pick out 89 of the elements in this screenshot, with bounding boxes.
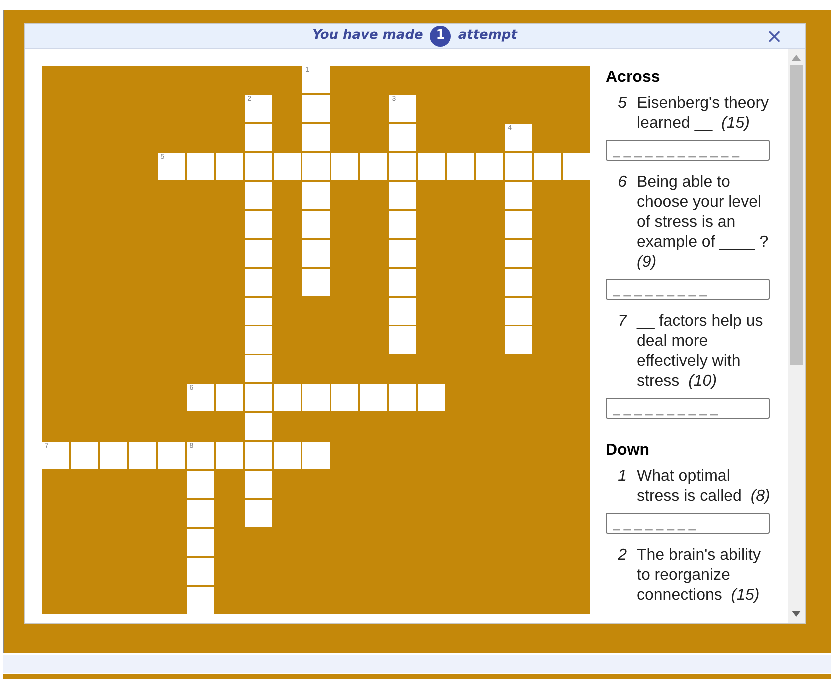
crossword-cell[interactable] [216, 384, 243, 412]
crossword-cell[interactable] [186, 500, 214, 528]
crossword-cell[interactable] [389, 268, 416, 296]
crossword-cell[interactable] [302, 182, 330, 209]
crossword-cell[interactable] [186, 586, 214, 614]
crossword-cell[interactable] [302, 152, 330, 180]
crossword-cell[interactable] [331, 384, 358, 412]
clue-text: Eisenberg's theory learned __ (15) [637, 94, 770, 134]
clue-text: The brain's ability to reorganize connections (15) [637, 546, 762, 606]
crossword-cell[interactable] [186, 558, 214, 586]
crossword-cell[interactable] [244, 210, 272, 238]
crossword-cell[interactable] [418, 384, 446, 412]
crossword-cell[interactable] [244, 298, 272, 325]
crossword-cell[interactable] [244, 442, 272, 470]
crossword-cell[interactable] [244, 326, 272, 354]
crossword-cell[interactable] [216, 152, 243, 180]
clue-text: __ factors help us deal more effectively with stress (10) [637, 312, 764, 392]
answer-field[interactable]: _ _ _ _ _ _ _ _ _ [606, 279, 770, 300]
title-text: You have made [312, 27, 424, 46]
crossword-cell[interactable] [216, 442, 243, 470]
clue-text: What optimal stress is called (8) [637, 467, 771, 507]
clue-number: 7 [617, 312, 628, 332]
crossword-cell[interactable] [505, 210, 532, 238]
crossword-cell[interactable] [389, 182, 416, 209]
crossword-cell[interactable] [70, 442, 98, 470]
crossword-cell[interactable] [244, 413, 272, 440]
crossword-cell[interactable] [302, 240, 330, 267]
crossword-cell[interactable] [128, 442, 156, 470]
crossword-cell[interactable] [244, 240, 272, 267]
clue-number: 5 [617, 94, 628, 114]
crossword-cell[interactable] [331, 152, 358, 180]
crossword-cell[interactable] [389, 298, 416, 325]
answer-field[interactable]: _ _ _ _ _ _ _ _ [606, 513, 770, 534]
scrollbar[interactable] [788, 49, 805, 623]
crossword-cell[interactable] [562, 152, 590, 180]
clue-number: 1 [617, 467, 628, 487]
crossword-cell[interactable] [505, 182, 532, 209]
crossword-cell[interactable] [244, 355, 272, 382]
close-button[interactable]: × [766, 24, 783, 48]
crossword-cell[interactable] [505, 268, 532, 296]
crossword-cell[interactable] [244, 471, 272, 498]
scroll-up-icon[interactable] [792, 55, 801, 61]
clue-number: 2 [617, 546, 628, 566]
section-heading: Across [606, 68, 662, 88]
crossword-cell[interactable] [505, 326, 532, 354]
title-text: attempt [458, 27, 518, 46]
crossword-cell[interactable] [244, 124, 272, 151]
clue-text: Being able to choose your level of stress is an example of ____ ? (9) [637, 173, 770, 273]
crossword-cell[interactable] [186, 471, 214, 498]
crossword-cell[interactable] [505, 152, 532, 180]
answer-field[interactable]: _ _ _ _ _ _ _ _ _ _ _ _ [606, 140, 770, 161]
scroll-down-icon[interactable] [792, 611, 801, 617]
crossword-cell[interactable] [302, 442, 330, 470]
crossword-cell[interactable] [244, 500, 272, 528]
crossword-cell[interactable] [389, 240, 416, 267]
crossword-cell[interactable] [505, 240, 532, 267]
crossword-cell[interactable] [244, 384, 272, 412]
crossword-cell[interactable] [274, 152, 301, 180]
crossword-cell[interactable] [505, 298, 532, 325]
crossword-cell[interactable] [186, 529, 214, 556]
crossword-cell[interactable] [244, 268, 272, 296]
crossword-cell[interactable] [302, 268, 330, 296]
crossword-cell[interactable] [476, 152, 504, 180]
crossword-cell[interactable] [158, 442, 185, 470]
crossword-cell[interactable] [274, 384, 301, 412]
crossword-cell[interactable] [447, 152, 474, 180]
crossword-cell[interactable] [389, 124, 416, 151]
crossword-cell[interactable] [360, 384, 388, 412]
crossword-cell[interactable] [389, 326, 416, 354]
crossword-cell[interactable] [244, 152, 272, 180]
clue-number: 6 [617, 173, 628, 193]
crossword-cell[interactable] [418, 152, 446, 180]
attempt-count-badge: 1 [430, 26, 452, 46]
crossword-cell[interactable] [274, 442, 301, 470]
crossword-cell[interactable] [389, 152, 416, 180]
crossword-cell[interactable] [302, 94, 330, 122]
scrollbar-thumb[interactable] [790, 65, 803, 365]
crossword-cell[interactable] [360, 152, 388, 180]
crossword-cell[interactable] [186, 152, 214, 180]
crossword-cell[interactable] [389, 210, 416, 238]
crossword-cell[interactable] [100, 442, 127, 470]
crossword-cell[interactable] [534, 152, 562, 180]
crossword-cell[interactable] [302, 124, 330, 151]
crossword-cell[interactable] [302, 210, 330, 238]
section-heading: Down [606, 441, 651, 461]
crossword-cell[interactable] [244, 182, 272, 209]
crossword-cell[interactable] [389, 384, 416, 412]
answer-field[interactable]: _ _ _ _ _ _ _ _ _ _ [606, 398, 770, 419]
crossword-cell[interactable] [302, 384, 330, 412]
